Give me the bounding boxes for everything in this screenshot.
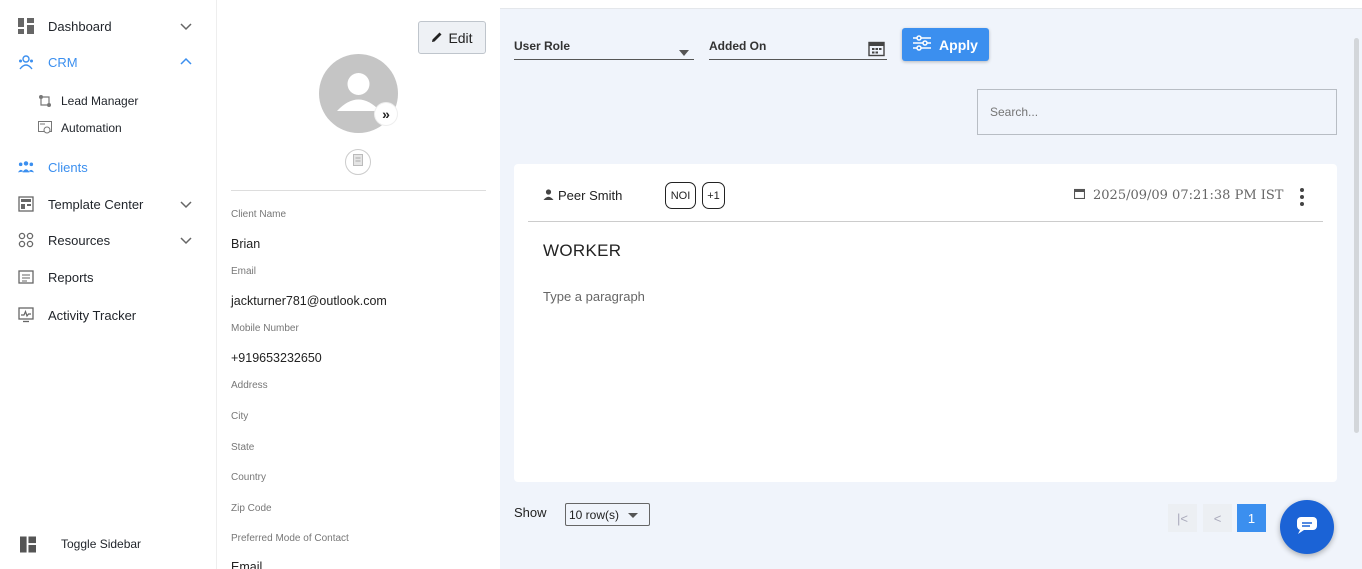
note-card-header: Peer Smith NOI +1 2025/09/09 07:21:38 PM…	[528, 164, 1323, 222]
sidebar-item-label: Clients	[48, 159, 88, 175]
pencil-icon	[431, 30, 443, 46]
previous-page-button[interactable]: <	[1203, 504, 1232, 532]
chevron-down-icon	[180, 20, 192, 32]
city-label: City	[231, 411, 249, 422]
sidebar-item-label: Automation	[61, 121, 122, 135]
client-name-label: Client Name	[231, 209, 287, 220]
document-button[interactable]	[345, 149, 371, 175]
automation-icon	[38, 121, 52, 135]
sidebar-item-label: Activity Tracker	[48, 307, 137, 323]
author-name: Peer Smith	[558, 188, 623, 203]
sidebar-item-automation[interactable]: Automation	[0, 118, 216, 138]
document-icon	[353, 153, 363, 171]
divider	[231, 190, 486, 191]
show-label: Show	[514, 505, 547, 520]
tag-more-badge[interactable]: +1	[702, 182, 725, 209]
caret-down-icon	[628, 513, 638, 518]
crm-icon	[18, 54, 34, 70]
added-on-date-field[interactable]: Added On	[709, 34, 887, 60]
sidebar: Dashboard CRM Lead Manager Automation Cl…	[0, 0, 216, 569]
sidebar-item-crm[interactable]: CRM	[0, 50, 216, 74]
edit-button[interactable]: Edit	[418, 21, 486, 54]
note-card: Peer Smith NOI +1 2025/09/09 07:21:38 PM…	[514, 164, 1337, 482]
state-label: State	[231, 442, 255, 453]
clients-icon	[18, 159, 34, 175]
lead-manager-icon	[38, 94, 52, 108]
caret-down-icon	[679, 45, 689, 59]
calendar-icon	[1073, 188, 1086, 203]
date-text: 2025/09/09 07:21:38 PM IST	[1093, 188, 1284, 203]
client-name-value: Brian	[231, 237, 261, 251]
note-author: Peer Smith	[543, 188, 622, 203]
edit-label: Edit	[448, 29, 473, 46]
chat-button[interactable]	[1280, 500, 1334, 554]
sidebar-item-clients[interactable]: Clients	[0, 155, 216, 179]
page-number: 1	[1247, 510, 1256, 526]
chevron-down-icon	[180, 234, 192, 246]
template-icon	[18, 196, 34, 212]
calendar-icon[interactable]	[868, 40, 885, 60]
sidebar-item-label: Lead Manager	[61, 94, 139, 108]
page-button-current[interactable]: 1	[1237, 504, 1266, 532]
more-options-icon[interactable]	[1298, 188, 1306, 206]
toggle-sidebar-label: Toggle Sidebar	[61, 537, 142, 551]
dashboard-icon	[18, 18, 34, 34]
sidebar-item-label: Dashboard	[48, 18, 112, 34]
apply-label: Apply	[939, 36, 978, 53]
top-bar	[500, 0, 1362, 9]
sidebar-item-resources[interactable]: Resources	[0, 228, 216, 252]
toggle-sidebar-button[interactable]: Toggle Sidebar	[0, 532, 216, 556]
sidebar-item-lead-manager[interactable]: Lead Manager	[0, 91, 216, 111]
sidebar-item-label: CRM	[48, 54, 78, 70]
rows-per-page-select[interactable]: 10 row(s)	[565, 503, 650, 526]
sidebar-item-label: Template Center	[48, 196, 144, 212]
rows-value: 10 row(s)	[569, 507, 620, 522]
mobile-label: Mobile Number	[231, 323, 299, 334]
first-page-icon: |<	[1177, 510, 1188, 526]
note-date: 2025/09/09 07:21:38 PM IST	[1073, 188, 1284, 203]
user-role-select[interactable]: User Role	[514, 34, 694, 60]
client-profile-panel: Edit » Client Name Brian Email jackturne…	[216, 0, 500, 569]
sidebar-item-reports[interactable]: Reports	[0, 265, 216, 289]
filter-sliders-icon	[913, 35, 932, 54]
preferred-contact-label: Preferred Mode of Contact	[231, 533, 349, 544]
note-paragraph[interactable]: Type a paragraph	[543, 289, 645, 304]
zip-code-label: Zip Code	[231, 503, 272, 514]
scrollbar[interactable]	[1354, 38, 1359, 433]
apply-button[interactable]: Apply	[902, 28, 989, 61]
user-role-label: User Role	[514, 39, 571, 53]
activity-tracker-icon	[18, 307, 34, 323]
added-on-label: Added On	[709, 39, 767, 53]
sidebar-item-label: Resources	[48, 232, 111, 248]
chevron-left-icon: <	[1213, 510, 1222, 526]
person-icon	[543, 188, 554, 203]
double-chevron-right-icon[interactable]: »	[375, 103, 397, 125]
sidebar-item-template-center[interactable]: Template Center	[0, 192, 216, 216]
chat-icon	[1296, 516, 1318, 539]
note-title: WORKER	[543, 241, 622, 260]
country-label: Country	[231, 472, 267, 483]
mobile-value: +919653232650	[231, 351, 322, 365]
preferred-contact-value: Email	[231, 560, 263, 569]
email-label: Email	[231, 266, 257, 277]
resources-icon	[18, 232, 34, 248]
chevron-down-icon	[180, 198, 192, 210]
reports-icon	[18, 269, 34, 285]
address-label: Address	[231, 380, 268, 391]
sidebar-toggle-icon	[20, 536, 36, 552]
sidebar-item-label: Reports	[48, 269, 94, 285]
sidebar-item-dashboard[interactable]: Dashboard	[0, 14, 216, 38]
chevron-up-icon	[180, 56, 192, 68]
email-value: jackturner781@outlook.com	[231, 294, 387, 308]
search-input[interactable]	[977, 89, 1337, 135]
tag-badge[interactable]: NOI	[665, 182, 696, 209]
first-page-button[interactable]: |<	[1168, 504, 1197, 532]
sidebar-item-activity-tracker[interactable]: Activity Tracker	[0, 303, 216, 327]
